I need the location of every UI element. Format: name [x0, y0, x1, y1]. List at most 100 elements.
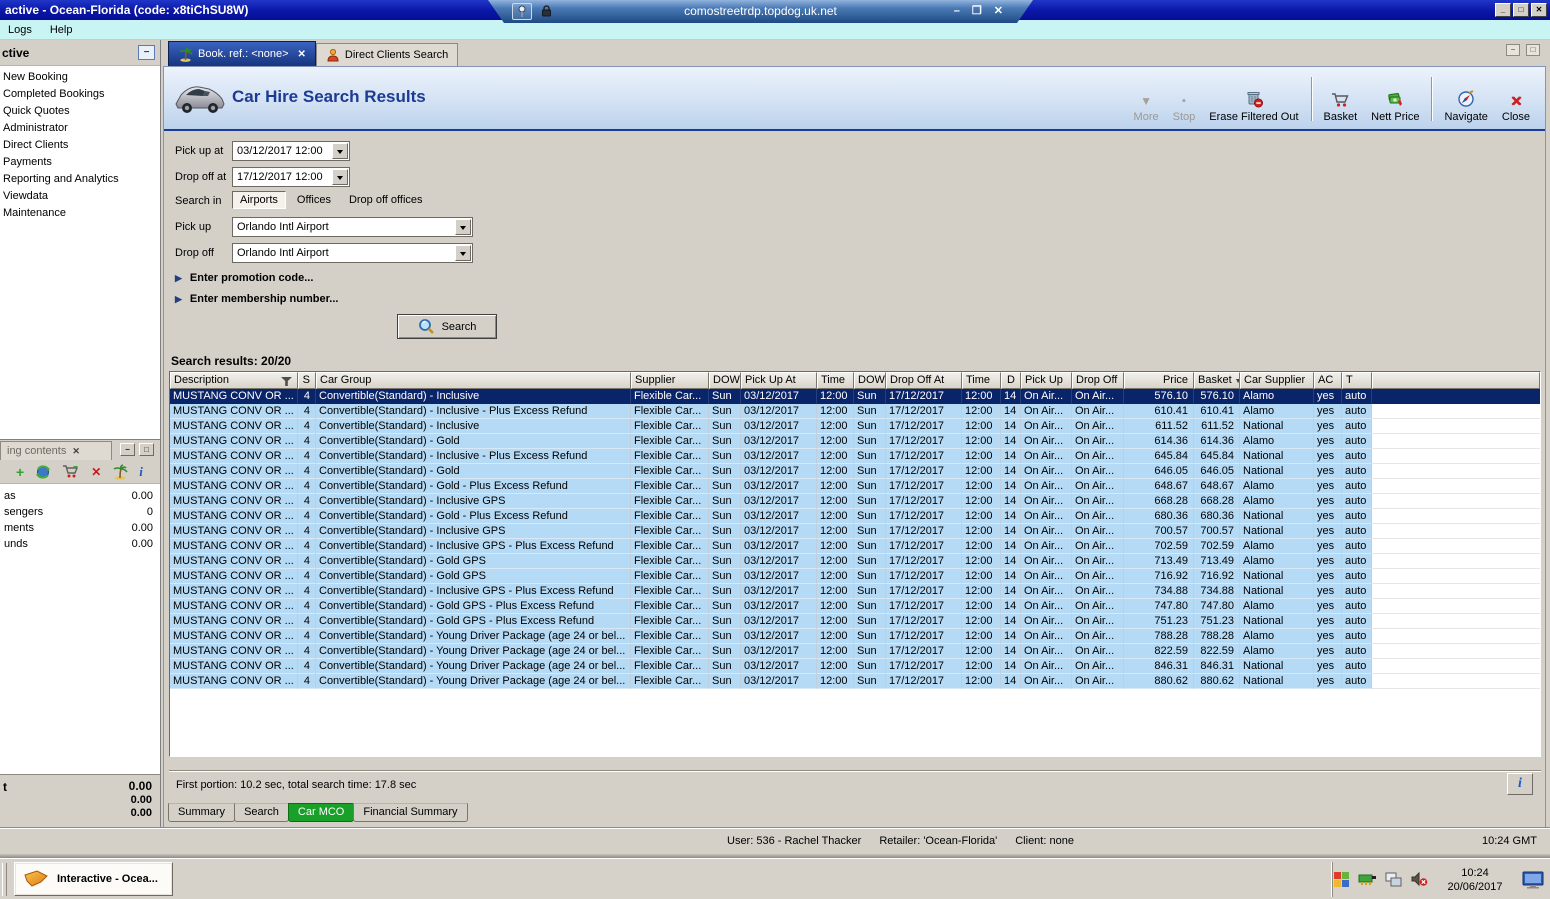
contents-panel-tab[interactable]: ing contents ✕: [0, 441, 112, 460]
result-row[interactable]: MUSTANG CONV OR ... 4 Convertible(Standard…: [170, 389, 1540, 404]
navigate-button[interactable]: Navigate: [1437, 75, 1494, 123]
collapse-icon[interactable]: −: [138, 45, 155, 60]
apps-tray-icon[interactable]: [1333, 871, 1350, 888]
result-row[interactable]: MUSTANG CONV OR ... 4 Convertible(Standard…: [170, 494, 1540, 509]
column-header-price[interactable]: Price: [1124, 372, 1194, 389]
more-button[interactable]: ▼ More: [1127, 75, 1166, 123]
column-header-drop-off[interactable]: Drop Off: [1072, 372, 1124, 389]
column-header-dow[interactable]: DOW: [854, 372, 886, 389]
column-header-basket[interactable]: Basket▼: [1194, 372, 1240, 389]
chevron-down-icon[interactable]: [455, 245, 471, 261]
refresh-globe-icon[interactable]: [35, 464, 51, 480]
chevron-down-icon[interactable]: [455, 219, 471, 235]
result-row[interactable]: MUSTANG CONV OR ... 4 Convertible(Standard…: [170, 434, 1540, 449]
result-row[interactable]: MUSTANG CONV OR ... 4 Convertible(Standard…: [170, 584, 1540, 599]
result-row[interactable]: MUSTANG CONV OR ... 4 Convertible(Standard…: [170, 629, 1540, 644]
column-header-car-supplier[interactable]: Car Supplier: [1240, 372, 1314, 389]
column-header-car-group[interactable]: Car Group: [316, 372, 631, 389]
sidebar-item-completed-bookings[interactable]: Completed Bookings: [0, 86, 160, 103]
tab-direct-clients-search[interactable]: Direct Clients Search: [315, 43, 459, 66]
sidebar-item-direct-clients[interactable]: Direct Clients: [0, 137, 160, 154]
sidebar-item-maintenance[interactable]: Maintenance: [0, 205, 160, 222]
bottom-tab-financial-summary[interactable]: Financial Summary: [353, 803, 468, 822]
bottom-tab-car-mco[interactable]: Car MCO: [287, 803, 355, 822]
result-row[interactable]: MUSTANG CONV OR ... 4 Convertible(Standard…: [170, 554, 1540, 569]
result-row[interactable]: MUSTANG CONV OR ... 4 Convertible(Standard…: [170, 569, 1540, 584]
promotion-code-toggle[interactable]: ▶ Enter promotion code...: [175, 272, 313, 284]
menu-help[interactable]: Help: [50, 24, 73, 36]
column-header-time[interactable]: Time: [817, 372, 854, 389]
sidebar-item-quick-quotes[interactable]: Quick Quotes: [0, 103, 160, 120]
result-row[interactable]: MUSTANG CONV OR ... 4 Convertible(Standard…: [170, 479, 1540, 494]
taskbar-handle[interactable]: [2, 863, 7, 896]
drop-off-at-combo[interactable]: 17/12/2017 12:00: [232, 167, 350, 187]
bottom-tab-summary[interactable]: Summary: [168, 803, 236, 822]
column-header-pick-up-at[interactable]: Pick Up At: [741, 372, 817, 389]
result-row[interactable]: MUSTANG CONV OR ... 4 Convertible(Standard…: [170, 599, 1540, 614]
column-header-supplier[interactable]: Supplier: [631, 372, 709, 389]
delete-icon[interactable]: ✕: [91, 465, 101, 479]
contents-tab-close-icon[interactable]: ✕: [72, 446, 80, 457]
column-header-s[interactable]: S: [298, 372, 316, 389]
chevron-down-icon[interactable]: [332, 143, 348, 159]
close-icon[interactable]: ✕: [1531, 3, 1547, 17]
pick-up-combo[interactable]: Orlando Intl Airport: [232, 217, 473, 237]
result-row[interactable]: MUSTANG CONV OR ... 4 Convertible(Standard…: [170, 509, 1540, 524]
result-row[interactable]: MUSTANG CONV OR ... 4 Convertible(Standard…: [170, 614, 1540, 629]
basket-button[interactable]: Basket: [1317, 75, 1365, 123]
muted-speaker-icon[interactable]: [1411, 872, 1428, 887]
tab-booking-ref[interactable]: Book. ref.: <none> ✕: [168, 41, 316, 66]
chevron-down-icon[interactable]: [332, 169, 348, 185]
info-button[interactable]: i: [1507, 773, 1533, 795]
panel-minimize-icon[interactable]: −: [1506, 44, 1520, 56]
search-in-offices[interactable]: Offices: [290, 192, 338, 208]
rdp-minimize-icon[interactable]: –: [954, 4, 960, 18]
column-header-pick-up[interactable]: Pick Up: [1021, 372, 1072, 389]
column-header-description[interactable]: Description: [170, 372, 298, 389]
rdp-close-icon[interactable]: ✕: [994, 4, 1003, 18]
result-row[interactable]: MUSTANG CONV OR ... 4 Convertible(Standard…: [170, 674, 1540, 689]
sidebar-item-reporting-and-analytics[interactable]: Reporting and Analytics: [0, 171, 160, 188]
palm-tree-icon[interactable]: [112, 463, 128, 480]
basket-add-icon[interactable]: [62, 464, 80, 479]
result-row[interactable]: MUSTANG CONV OR ... 4 Convertible(Standard…: [170, 644, 1540, 659]
maximize-icon[interactable]: □: [1513, 3, 1529, 17]
column-header-dow[interactable]: DOW: [709, 372, 741, 389]
search-in-airports[interactable]: Airports: [232, 191, 286, 209]
network-card-icon[interactable]: [1358, 872, 1377, 887]
column-header-drop-off-at[interactable]: Drop Off At: [886, 372, 962, 389]
sidebar-item-payments[interactable]: Payments: [0, 154, 160, 171]
add-icon[interactable]: +: [16, 465, 24, 479]
show-desktop-icon[interactable]: [1522, 871, 1544, 889]
bottom-tab-search[interactable]: Search: [234, 803, 289, 822]
column-header-ac[interactable]: AC: [1314, 372, 1342, 389]
column-header-time[interactable]: Time: [962, 372, 1001, 389]
result-row[interactable]: MUSTANG CONV OR ... 4 Convertible(Standard…: [170, 539, 1540, 554]
result-row[interactable]: MUSTANG CONV OR ... 4 Convertible(Standard…: [170, 449, 1540, 464]
result-row[interactable]: MUSTANG CONV OR ... 4 Convertible(Standard…: [170, 404, 1540, 419]
membership-number-toggle[interactable]: ▶ Enter membership number...: [175, 293, 338, 305]
result-row[interactable]: MUSTANG CONV OR ... 4 Convertible(Standard…: [170, 464, 1540, 479]
column-header-filler[interactable]: [1372, 372, 1540, 389]
erase-filtered-out-button[interactable]: Erase Filtered Out: [1202, 75, 1305, 123]
taskbar-app-button[interactable]: Interactive - Ocea...: [14, 862, 173, 896]
pick-up-at-combo[interactable]: 03/12/2017 12:00: [232, 141, 350, 161]
result-row[interactable]: MUSTANG CONV OR ... 4 Convertible(Standard…: [170, 659, 1540, 674]
search-in-drop-off-offices[interactable]: Drop off offices: [342, 192, 430, 208]
nett-price-button[interactable]: Nett Price: [1364, 75, 1426, 123]
minimize-icon[interactable]: _: [1495, 3, 1511, 17]
taskbar-clock[interactable]: 10:24 20/06/2017: [1436, 866, 1514, 894]
panel-maximize-icon[interactable]: □: [1526, 44, 1540, 56]
search-button[interactable]: Search: [397, 314, 497, 339]
network-status-icon[interactable]: [1385, 872, 1403, 888]
close-button[interactable]: ✕ Close: [1495, 75, 1537, 123]
filter-icon[interactable]: [281, 377, 292, 386]
menu-logs[interactable]: Logs: [8, 24, 32, 36]
result-row[interactable]: MUSTANG CONV OR ... 4 Convertible(Standard…: [170, 524, 1540, 539]
rdp-restore-icon[interactable]: ❐: [972, 4, 982, 18]
drop-off-combo[interactable]: Orlando Intl Airport: [232, 243, 473, 263]
sidebar-item-viewdata[interactable]: Viewdata: [0, 188, 160, 205]
contents-minimize-icon[interactable]: −: [120, 443, 135, 456]
column-header-t[interactable]: T: [1342, 372, 1372, 389]
sidebar-item-new-booking[interactable]: New Booking: [0, 69, 160, 86]
